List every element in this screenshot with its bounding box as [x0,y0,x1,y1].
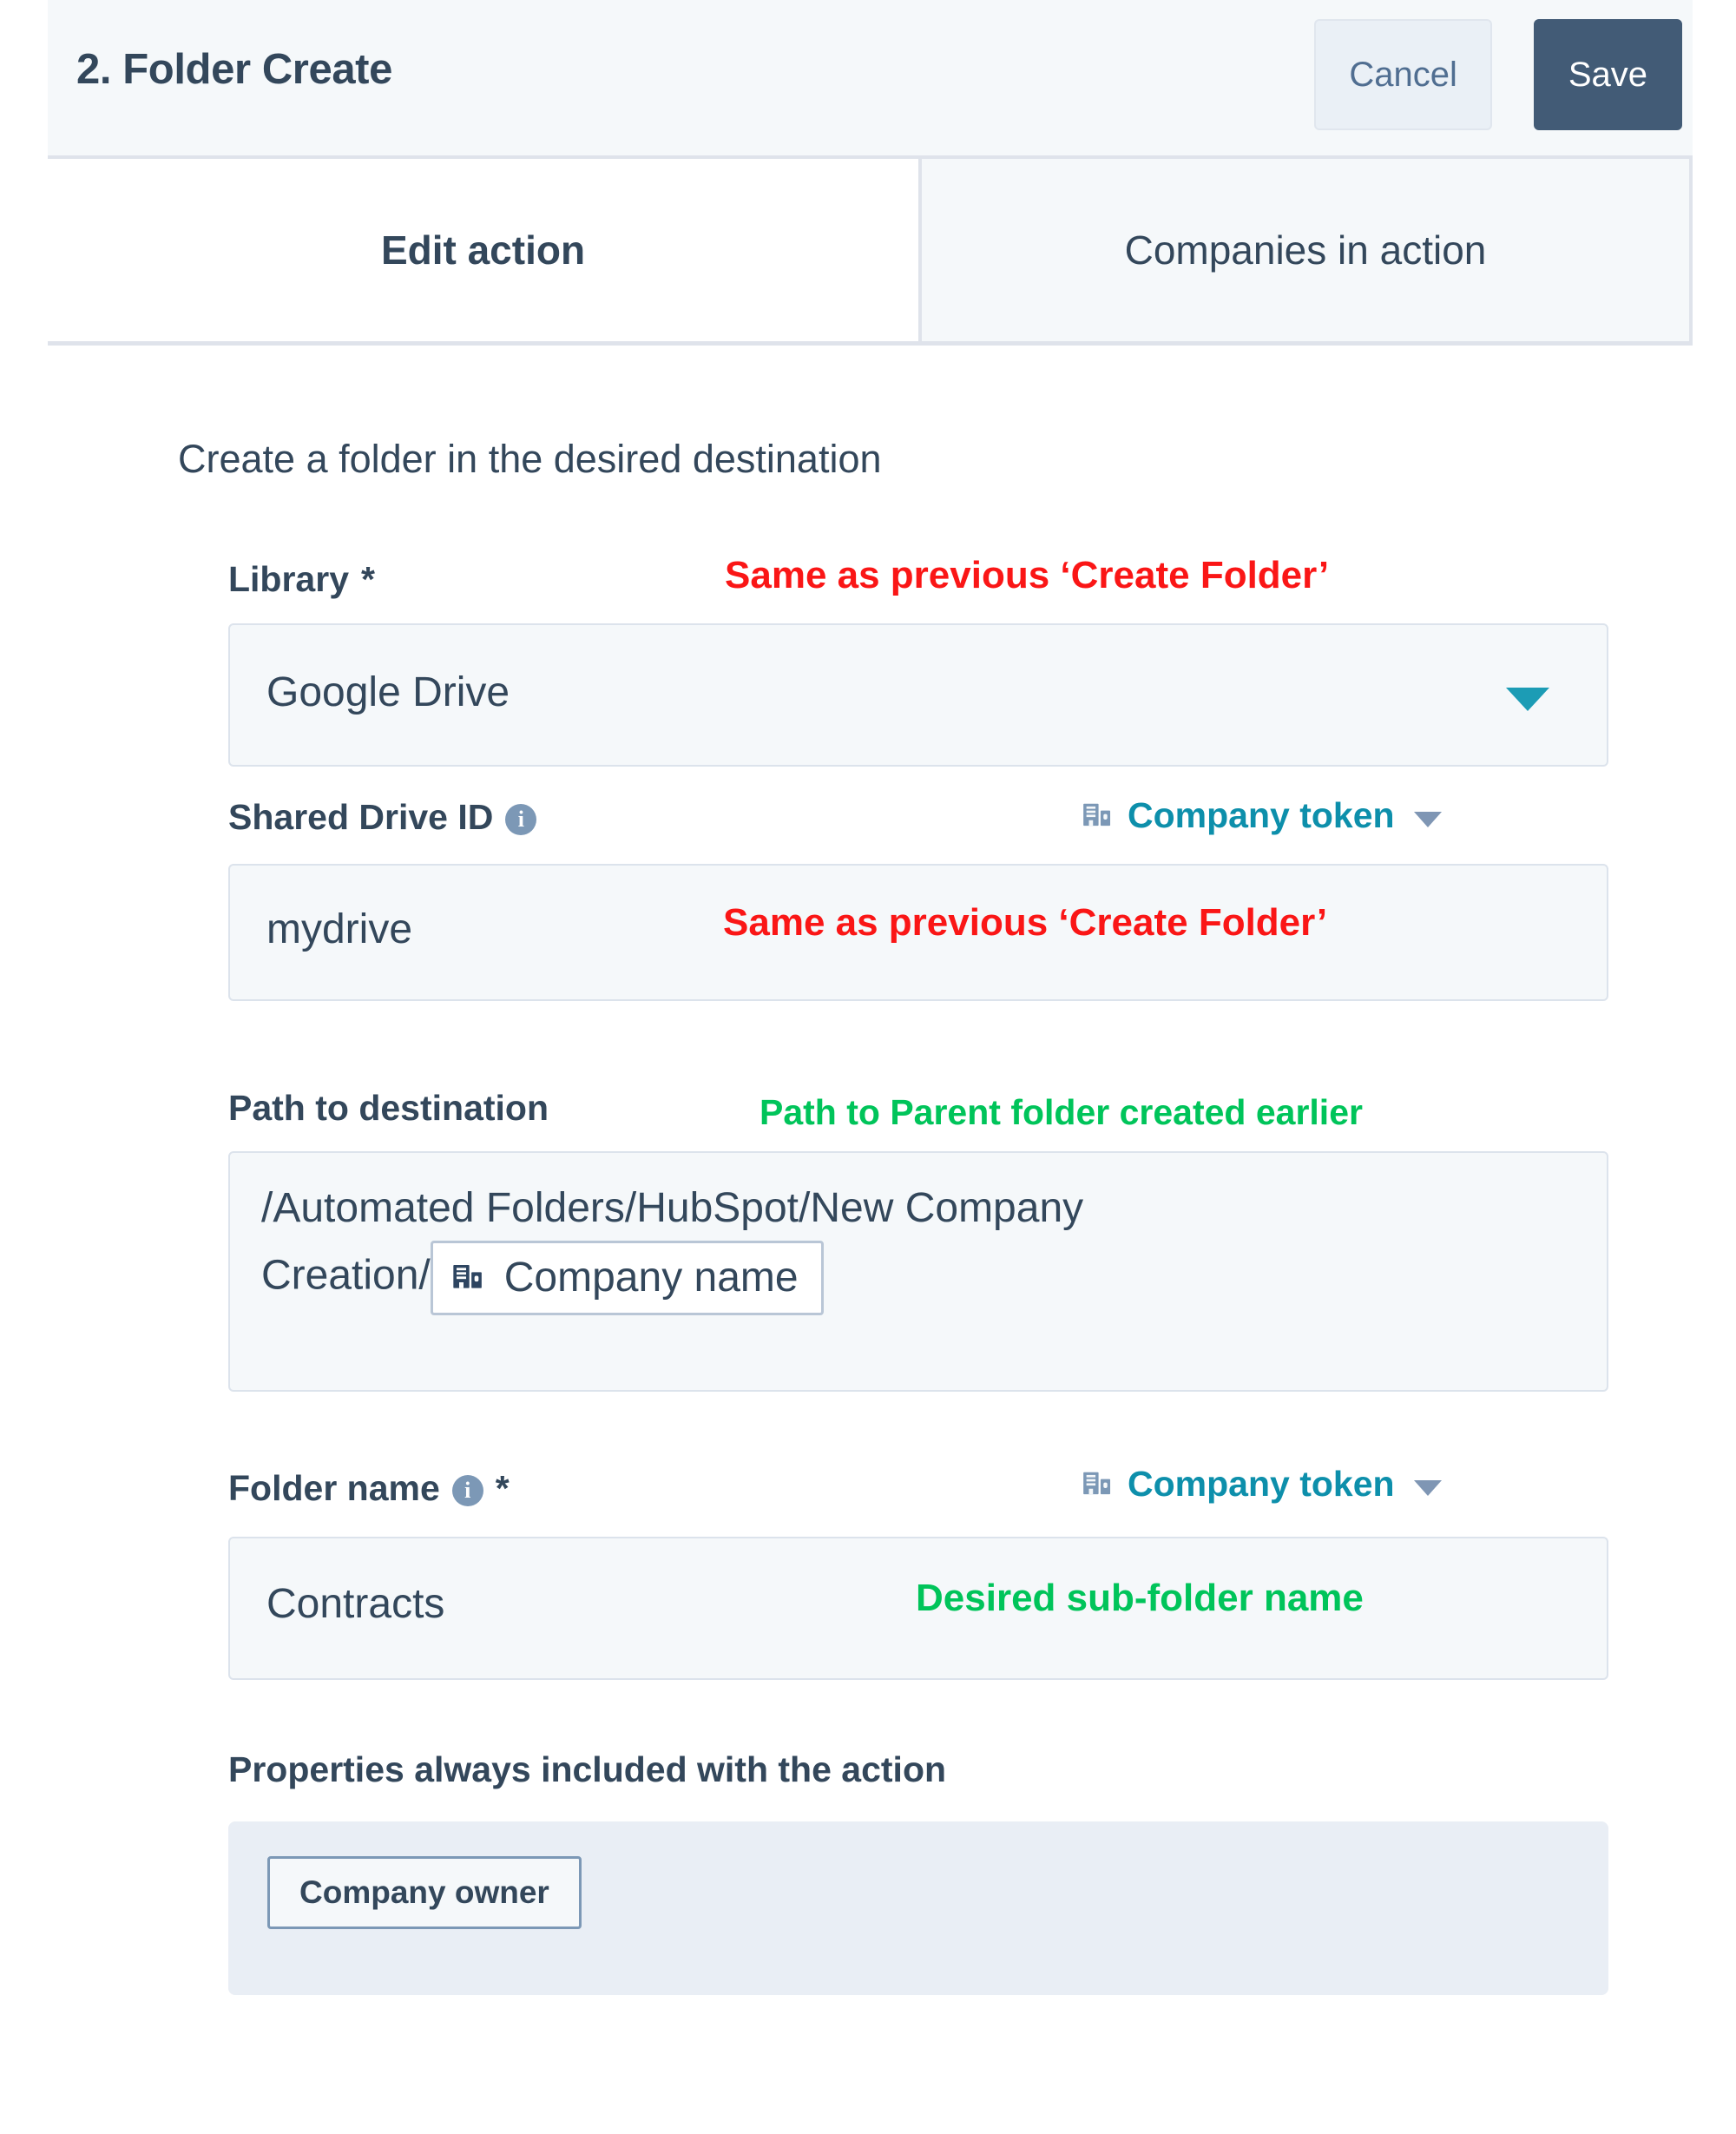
path-to-destination-input[interactable]: /Automated Folders/HubSpot/New Company C… [228,1151,1608,1392]
company-building-icon [453,1265,482,1288]
info-icon[interactable]: i [451,1474,483,1506]
path-line-2-text: Creation/ [261,1252,431,1299]
annotation-folder-name: Desired sub-folder name [916,1577,1364,1619]
properties-label: Properties always included with the acti… [228,1749,946,1790]
shared-drive-company-token-link[interactable]: Company token [1081,795,1442,836]
chevron-down-icon [1413,811,1442,827]
cancel-button[interactable]: Cancel [1314,19,1492,130]
panel-header: 2. Folder Create Cancel Save [48,0,1693,159]
tab-companies-in-action[interactable]: Companies in action [918,159,1693,341]
path-to-destination-label-text: Path to destination [228,1088,549,1128]
properties-label-text: Properties always included with the acti… [228,1749,947,1789]
shared-drive-id-label-text: Shared Drive ID [228,797,494,837]
shared-drive-company-token-label: Company token [1128,795,1395,835]
library-required-marker: * [361,559,375,599]
action-description: Create a folder in the desired destinati… [178,437,882,481]
path-line-1: /Automated Folders/HubSpot/New Company [261,1185,1084,1231]
shared-drive-id-label: Shared Drive ID i [228,797,537,838]
info-icon[interactable]: i [505,803,537,835]
shared-drive-id-value: mydrive [266,906,413,952]
property-chip-company-owner[interactable]: Company owner [267,1856,582,1929]
panel-body: Create a folder in the desired destinati… [48,346,1693,2134]
folder-name-label: Folder name i * [228,1468,510,1509]
save-button[interactable]: Save [1533,19,1682,130]
library-label: Library * [228,559,375,600]
company-building-icon [1083,1472,1111,1494]
annotation-path-to-destination: Path to Parent folder created earlier [760,1092,1363,1132]
tab-bar: Edit action Companies in action [48,159,1693,346]
properties-panel: Company owner [228,1821,1608,1995]
folder-create-panel: 2. Folder Create Cancel Save Edit action… [48,0,1693,2134]
folder-name-company-token-label: Company token [1128,1464,1395,1504]
folder-name-label-text: Folder name [228,1468,440,1508]
company-name-token-chip[interactable]: Company name [430,1241,824,1315]
chevron-down-icon [1413,1479,1442,1496]
company-building-icon [1083,803,1111,826]
path-to-destination-label: Path to destination [228,1088,549,1129]
path-line-2: Creation/ Company name [261,1241,1575,1315]
library-select-value: Google Drive [266,669,510,715]
header-actions: Cancel Save [1314,19,1682,130]
folder-name-value: Contracts [266,1581,445,1627]
library-label-text: Library [228,559,349,599]
library-select[interactable]: Google Drive [228,623,1608,767]
annotation-library: Same as previous ‘Create Folder’ [725,554,1330,596]
company-name-token-label: Company name [503,1255,799,1301]
chevron-down-icon [1506,688,1549,711]
folder-name-required-marker: * [495,1468,510,1508]
folder-name-company-token-link[interactable]: Company token [1081,1464,1442,1505]
annotation-shared-drive-id: Same as previous ‘Create Folder’ [723,901,1328,944]
tab-edit-action[interactable]: Edit action [48,159,918,341]
page-title: 2. Folder Create [76,46,392,93]
